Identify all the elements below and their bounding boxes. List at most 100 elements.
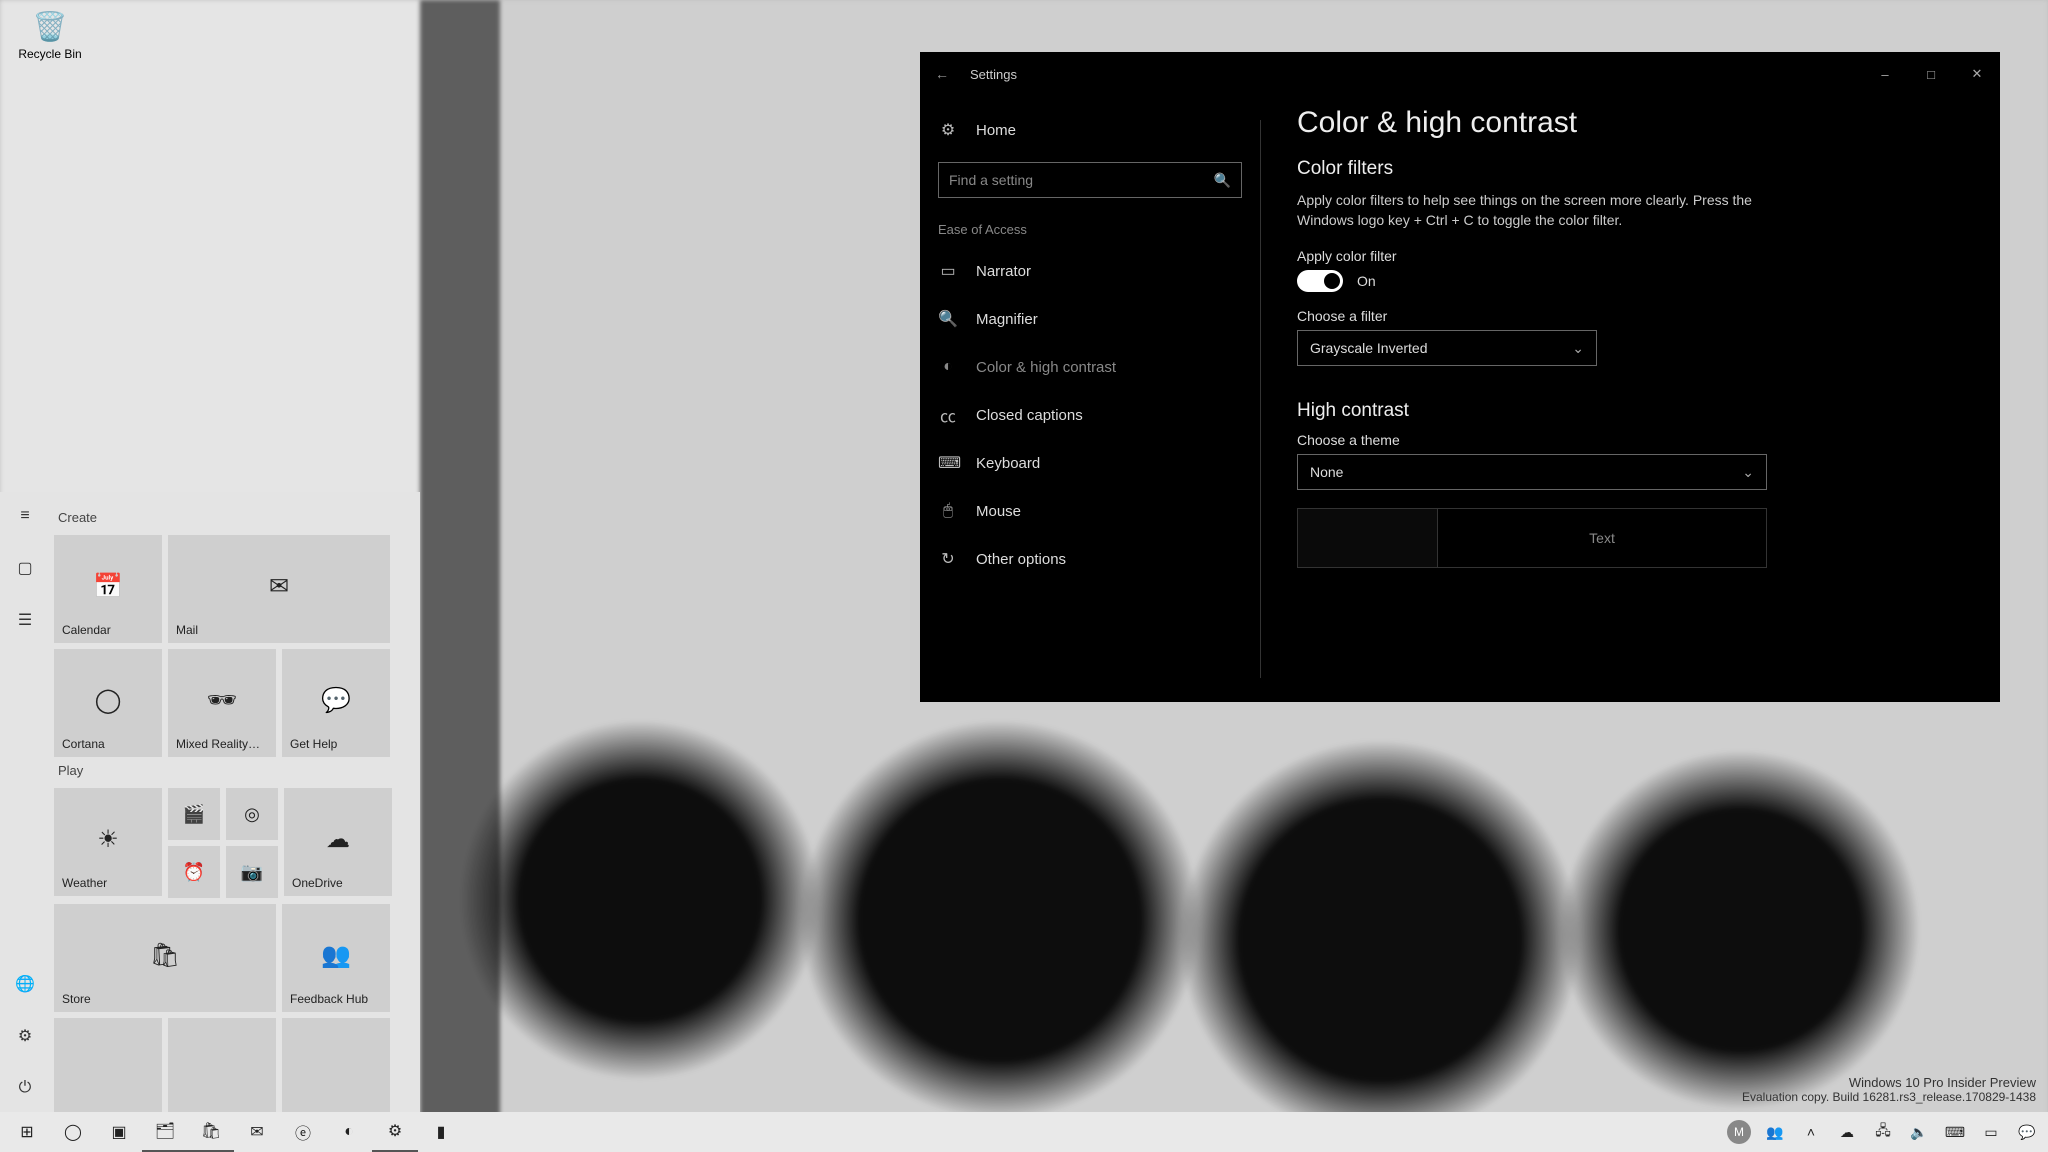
taskbar: ⊞ ◯ ▣ 🗂 🛍 ✉ ⓔ ◐ ⚙ ▮ M 👥 ˄ ☁ 🖧 🔈 ⌨ ▭ 💬: [0, 1112, 2048, 1152]
sidebar-item-label: Other options: [976, 551, 1066, 568]
tile-calendar[interactable]: 📅 Calendar: [54, 535, 162, 643]
tray-onedrive-icon[interactable]: ☁: [1830, 1112, 1864, 1152]
sidebar-home-label: Home: [976, 122, 1016, 139]
tray-action-center[interactable]: 💬: [2010, 1112, 2044, 1152]
preview-swatch: [1298, 509, 1438, 567]
preview-text: Text: [1438, 509, 1766, 567]
start-network-icon[interactable]: 🌐: [13, 972, 37, 996]
taskbar-edge[interactable]: ⓔ: [280, 1112, 326, 1152]
get-help-icon: 💬: [321, 686, 351, 715]
tray-input-icon[interactable]: ▭: [1974, 1112, 2008, 1152]
minimize-button[interactable]: –: [1862, 52, 1908, 96]
recycle-bin-label: Recycle Bin: [10, 47, 90, 61]
start-menu: ≡ ▢ ☰ 🌐 ⚙ ⏻ Create 📅 Calendar ✉ Mail ◯ C…: [0, 492, 420, 1112]
start-all-apps-button[interactable]: ☰: [13, 608, 37, 632]
sidebar-item-magnifier[interactable]: 🔍 Magnifier: [920, 295, 1260, 343]
close-button[interactable]: ✕: [1954, 52, 2000, 96]
start-expand-button[interactable]: ≡: [13, 504, 37, 528]
start-group-create[interactable]: Create: [58, 510, 408, 525]
taskbar-notepad[interactable]: ▮: [418, 1112, 464, 1152]
tray-keyboard-icon[interactable]: ⌨: [1938, 1112, 1972, 1152]
toggle-knob: [1324, 273, 1340, 289]
tile-alarms[interactable]: ⏰: [168, 846, 220, 898]
tile-mixed-reality[interactable]: 🕶 Mixed Reality…: [168, 649, 276, 757]
sidebar-item-label: Mouse: [976, 503, 1021, 520]
start-power-button[interactable]: ⏻: [13, 1076, 37, 1100]
chevron-down-icon: ⌄: [1572, 340, 1584, 357]
start-button[interactable]: ⊞: [4, 1112, 50, 1152]
choose-theme-dropdown[interactable]: None ⌄: [1297, 454, 1767, 490]
high-contrast-preview: Text: [1297, 508, 1767, 568]
search-icon: 🔍: [1214, 172, 1231, 189]
tray-people[interactable]: 👥: [1758, 1112, 1792, 1152]
sidebar-item-label: Keyboard: [976, 455, 1040, 472]
tile-groove[interactable]: ◎: [226, 788, 278, 840]
tray-volume-icon[interactable]: 🔈: [1902, 1112, 1936, 1152]
onedrive-icon: ☁: [326, 825, 350, 854]
watermark-line2: Evaluation copy. Build 16281.rs3_release…: [1742, 1090, 2036, 1104]
taskbar-store[interactable]: 🛍: [188, 1112, 234, 1152]
page-title: Color & high contrast: [1297, 106, 1960, 140]
settings-content: Color & high contrast Color filters Appl…: [1261, 96, 2000, 702]
tray-user-avatar[interactable]: M: [1722, 1112, 1756, 1152]
taskbar-settings[interactable]: ⚙: [372, 1112, 418, 1152]
tile-placeholder-2[interactable]: [168, 1018, 276, 1112]
sidebar-item-mouse[interactable]: 🖱 Mouse: [920, 487, 1260, 535]
tile-mail[interactable]: ✉ Mail: [168, 535, 390, 643]
tile-feedback-hub[interactable]: 👥 Feedback Hub: [282, 904, 390, 1012]
weather-icon: ☀: [97, 825, 119, 854]
start-settings-button[interactable]: ⚙: [13, 1024, 37, 1048]
sidebar-item-narrator[interactable]: ▭ Narrator: [920, 247, 1260, 295]
choose-filter-dropdown[interactable]: Grayscale Inverted ⌄: [1297, 330, 1597, 366]
settings-window: ← Settings – □ ✕ ⚙ Home 🔍 Ease of Access…: [920, 52, 2000, 702]
tile-movies[interactable]: 🎬: [168, 788, 220, 840]
mixed-reality-icon: 🕶: [207, 686, 237, 715]
other-icon: ↻: [938, 549, 958, 569]
system-tray: M 👥 ˄ ☁ 🖧 🔈 ⌨ ▭ 💬: [1722, 1112, 2044, 1152]
narrator-icon: ▭: [938, 261, 958, 281]
tile-onedrive[interactable]: ☁ OneDrive: [284, 788, 392, 896]
sidebar-item-color-high-contrast[interactable]: ◐ Color & high contrast: [920, 343, 1260, 391]
section-high-contrast: High contrast: [1297, 400, 1960, 422]
tile-get-help[interactable]: 💬 Get Help: [282, 649, 390, 757]
cortana-search-button[interactable]: ◯: [50, 1112, 96, 1152]
sidebar-item-label: Narrator: [976, 263, 1031, 280]
apply-color-filter-toggle[interactable]: On: [1297, 270, 1960, 292]
start-pinned-button[interactable]: ▢: [13, 556, 37, 580]
search-input[interactable]: [949, 172, 1214, 188]
toggle-track[interactable]: [1297, 270, 1343, 292]
taskbar-photos[interactable]: ◐: [326, 1112, 372, 1152]
tray-network-icon[interactable]: 🖧: [1866, 1112, 1900, 1152]
sidebar-item-other-options[interactable]: ↻ Other options: [920, 535, 1260, 583]
toggle-state: On: [1357, 273, 1376, 289]
tray-overflow[interactable]: ˄: [1794, 1112, 1828, 1152]
back-button[interactable]: ←: [920, 66, 964, 82]
taskbar-file-explorer[interactable]: 🗂: [142, 1112, 188, 1152]
task-view-button[interactable]: ▣: [96, 1112, 142, 1152]
settings-sidebar: ⚙ Home 🔍 Ease of Access ▭ Narrator 🔍 Mag…: [920, 96, 1260, 702]
taskbar-mail[interactable]: ✉: [234, 1112, 280, 1152]
section-color-filters: Color filters: [1297, 158, 1960, 180]
start-tiles: Create 📅 Calendar ✉ Mail ◯ Cortana 🕶 Mix…: [50, 492, 420, 1112]
choose-theme-value: None: [1310, 464, 1343, 480]
sidebar-item-keyboard[interactable]: ⌨ Keyboard: [920, 439, 1260, 487]
tile-camera[interactable]: 📷: [226, 846, 278, 898]
sidebar-item-label: Magnifier: [976, 311, 1038, 328]
settings-search[interactable]: 🔍: [938, 162, 1242, 198]
movies-icon: 🎬: [183, 804, 205, 825]
tile-placeholder-3[interactable]: [282, 1018, 390, 1112]
tile-store[interactable]: 🛍 Store: [54, 904, 276, 1012]
choose-filter-label: Choose a filter: [1297, 308, 1960, 324]
tile-placeholder-1[interactable]: [54, 1018, 162, 1112]
sidebar-item-closed-captions[interactable]: ㏄ Closed captions: [920, 391, 1260, 439]
desktop-icon-recycle-bin[interactable]: 🗑️ Recycle Bin: [10, 10, 90, 61]
tile-weather[interactable]: ☀ Weather: [54, 788, 162, 896]
watermark-line1: Windows 10 Pro Insider Preview: [1742, 1075, 2036, 1090]
maximize-button[interactable]: □: [1908, 52, 1954, 96]
keyboard-icon: ⌨: [938, 453, 958, 473]
camera-icon: 📷: [241, 862, 263, 883]
start-group-play[interactable]: Play: [58, 763, 408, 778]
settings-titlebar[interactable]: ← Settings – □ ✕: [920, 52, 2000, 96]
tile-cortana[interactable]: ◯ Cortana: [54, 649, 162, 757]
sidebar-home[interactable]: ⚙ Home: [920, 106, 1260, 154]
